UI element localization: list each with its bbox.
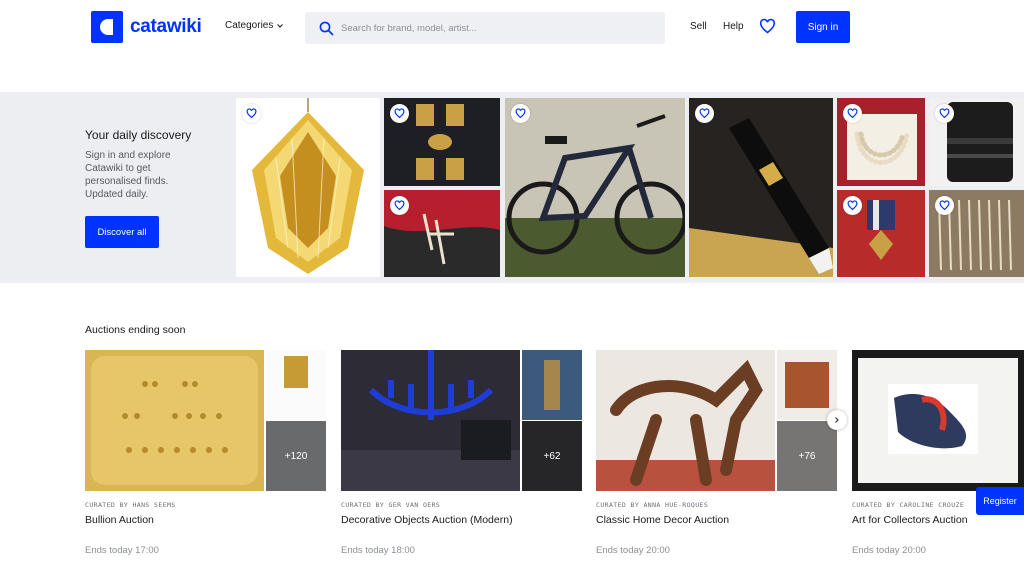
catawiki-logo[interactable]: catawiki [91,11,202,43]
heart-icon [699,108,710,119]
heart-icon [515,108,526,119]
discovery-tile[interactable] [505,98,685,277]
site-header: catawiki Categories Sell Help Sign in [0,0,1024,92]
search-input[interactable] [341,22,641,34]
favorite-button[interactable] [843,104,862,123]
categories-label: Categories [225,20,274,31]
auction-end-time: Ends today 18:00 [341,545,415,556]
curator-label: CURATED BY CAROLINE CROUZE [852,501,965,509]
discovery-tile[interactable] [384,98,500,186]
discovery-body: Sign in and explore Catawiki to get pers… [85,150,171,200]
register-button[interactable]: Register [976,487,1024,515]
favorite-button[interactable] [390,196,409,215]
auction-name: Bullion Auction [85,514,154,526]
auctions-section-title: Auctions ending soon [85,324,186,336]
logo-mark-icon [91,11,123,43]
auction-card-image: +120 [85,350,326,491]
discover-all-button[interactable]: Discover all [85,216,159,248]
favorite-button[interactable] [390,104,409,123]
chandelier-image [252,98,364,274]
discovery-tile[interactable] [837,190,925,277]
auction-card-image [852,350,1024,491]
carousel-next-button[interactable] [827,410,847,430]
search-bar[interactable] [305,12,665,44]
discovery-tile[interactable] [929,190,1024,277]
heart-icon [847,200,858,211]
framed-art-image [852,350,1024,491]
discovery-tile[interactable] [837,98,925,186]
auction-name: Art for Collectors Auction [852,514,968,526]
heart-icon [847,108,858,119]
chevron-down-icon [277,23,284,28]
auction-card-image: +62 [341,350,582,491]
favorite-button[interactable] [511,104,530,123]
chevron-right-icon [835,417,839,423]
auction-card[interactable]: CURATED BY CAROLINE CROUZE Art for Colle… [852,350,1024,556]
more-photos-count: +76 [777,421,837,491]
categories-menu[interactable]: Categories [225,20,284,31]
curator-label: CURATED BY GER VAN OERS [341,501,441,509]
heart-icon [939,108,950,119]
gold-ingot-image [266,350,326,420]
carousel-horse-image [596,350,775,491]
blue-chandelier-image [341,350,520,491]
discovery-title: Your daily discovery [85,128,192,142]
auction-card[interactable]: +120 CURATED BY HANS SEEMS Bullion Aucti… [85,350,326,556]
auction-card[interactable]: +76 CURATED BY ANNA HUE-ROQUES Classic H… [596,350,837,556]
sign-in-button[interactable]: Sign in [796,11,850,43]
favorite-button[interactable] [695,104,714,123]
curator-label: CURATED BY HANS SEEMS [85,501,176,509]
logo-text: catawiki [130,16,202,37]
heart-icon [246,108,257,119]
bicycle-image [505,98,685,277]
pen-image [689,118,833,277]
discovery-tile[interactable] [689,98,833,277]
favorite-button[interactable] [843,196,862,215]
discovery-tile[interactable] [929,98,1024,186]
auction-name: Decorative Objects Auction (Modern) [341,514,513,526]
help-link[interactable]: Help [723,21,744,32]
auction-card[interactable]: +62 CURATED BY GER VAN OERS Decorative O… [341,350,582,556]
auction-end-time: Ends today 20:00 [596,545,670,556]
favorite-button[interactable] [935,196,954,215]
curator-label: CURATED BY ANNA HUE-ROQUES [596,501,709,509]
more-photos-count: +62 [522,421,582,491]
gold-bar-image [85,350,264,491]
figurine-image [522,350,582,420]
discovery-tile[interactable] [236,98,380,277]
sell-link[interactable]: Sell [690,21,707,32]
favorite-button[interactable] [935,104,954,123]
heart-icon [394,108,405,119]
favorite-button[interactable] [242,104,261,123]
search-icon [319,21,334,35]
heart-icon [939,200,950,211]
auction-name: Classic Home Decor Auction [596,514,730,526]
heart-icon[interactable] [759,18,776,35]
heart-icon [394,200,405,211]
more-photos-count: +120 [266,421,326,491]
discovery-tile[interactable] [384,190,500,277]
books-image [777,350,837,420]
auction-card-image: +76 [596,350,837,491]
auction-end-time: Ends today 20:00 [852,545,926,556]
auction-end-time: Ends today 17:00 [85,545,159,556]
